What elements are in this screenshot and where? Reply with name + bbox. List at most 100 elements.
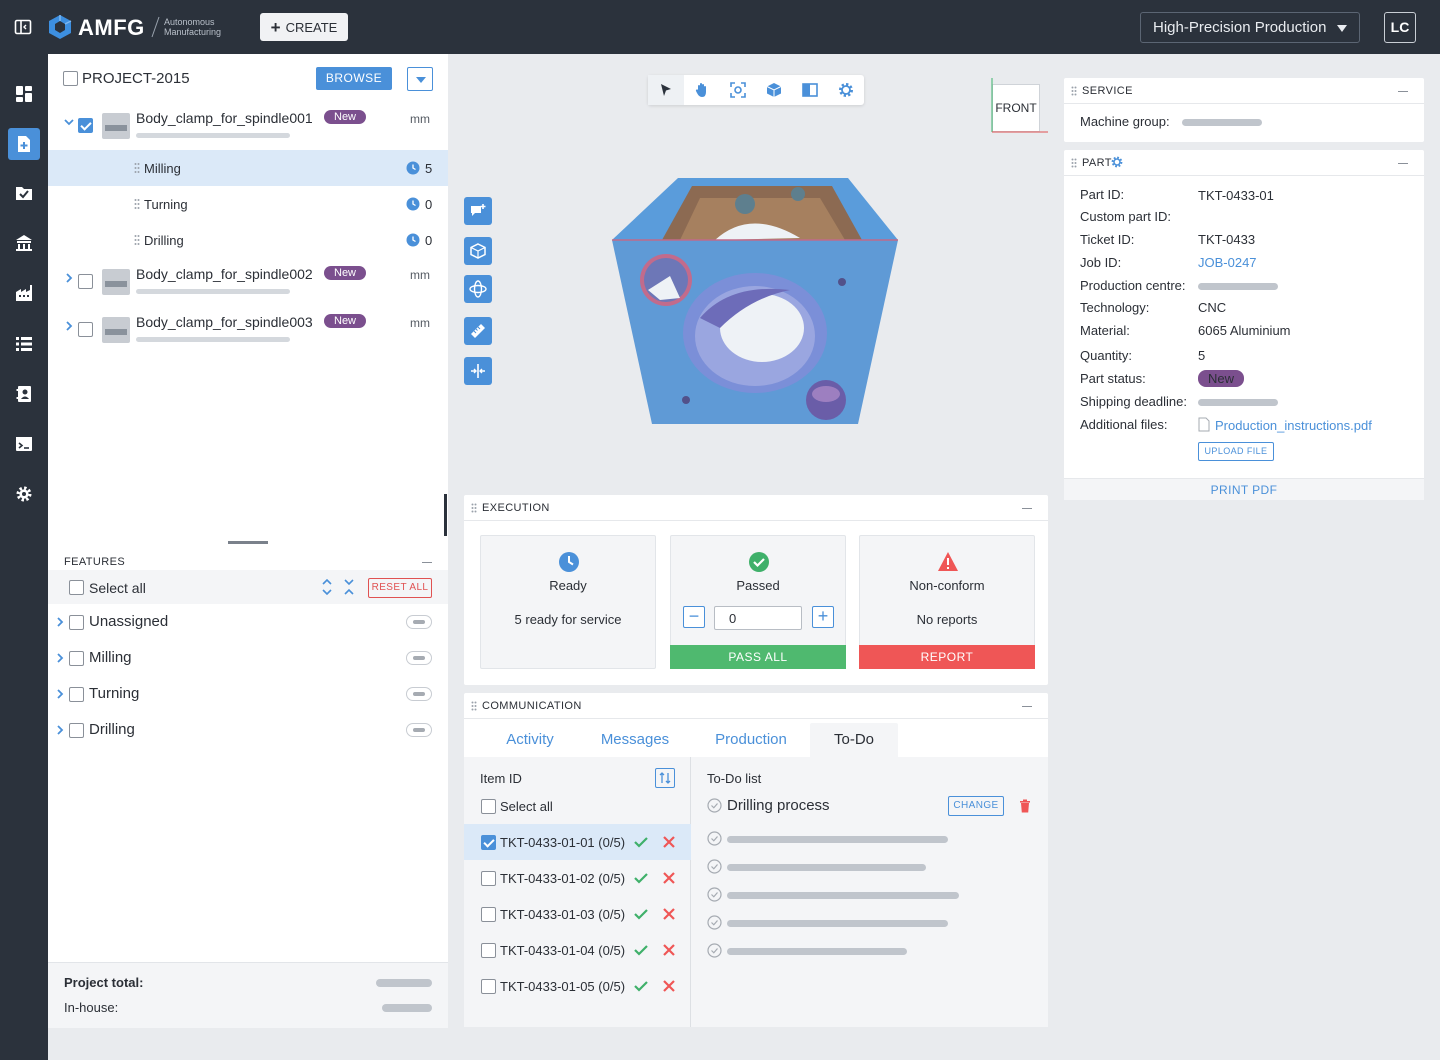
trash-icon[interactable] [1019, 799, 1031, 813]
building-icon[interactable] [12, 231, 36, 255]
tab-todo[interactable]: To-Do [810, 723, 898, 757]
expand-all-icon[interactable] [321, 579, 333, 595]
new-document-icon[interactable] [8, 128, 40, 160]
pointer-icon[interactable] [648, 75, 684, 105]
check-circle-icon[interactable] [707, 943, 722, 958]
check-circle-icon[interactable] [707, 831, 722, 846]
browse-button[interactable]: BROWSE [316, 67, 392, 90]
change-button[interactable]: CHANGE [948, 796, 1004, 816]
chevron-right-icon[interactable] [64, 321, 74, 331]
chevron-right-icon[interactable] [64, 273, 74, 283]
settings-icon[interactable] [12, 482, 36, 506]
add-comment-icon[interactable] [464, 197, 492, 225]
pass-all-button[interactable]: PASS ALL [670, 645, 846, 669]
increment-button[interactable]: + [812, 606, 834, 628]
gear-icon[interactable] [1111, 156, 1123, 168]
job-id-link[interactable]: JOB-0247 [1198, 255, 1257, 270]
focus-icon[interactable] [720, 75, 756, 105]
reject-icon[interactable] [662, 979, 676, 993]
item-row[interactable]: TKT-0433-01-05 (0/5) [464, 968, 691, 1004]
settings-icon[interactable] [828, 75, 864, 105]
feature-checkbox[interactable] [69, 651, 84, 666]
approve-icon[interactable] [634, 871, 648, 885]
check-circle-icon[interactable] [707, 859, 722, 874]
filter-dropdown-button[interactable] [407, 67, 433, 91]
3d-part-model[interactable] [600, 168, 910, 438]
orbit-icon[interactable] [464, 275, 492, 303]
box-icon[interactable] [464, 237, 492, 265]
split-icon[interactable] [464, 357, 492, 385]
terminal-icon[interactable] [12, 432, 36, 456]
chevron-right-icon[interactable] [56, 688, 64, 700]
reject-icon[interactable] [662, 943, 676, 957]
approve-icon[interactable] [634, 907, 648, 921]
check-circle-icon[interactable] [707, 887, 722, 902]
operation-row[interactable]: Turning 0 [48, 186, 448, 222]
hand-icon[interactable] [684, 75, 720, 105]
select-all-checkbox[interactable] [69, 580, 84, 595]
part-checkbox[interactable] [78, 118, 93, 133]
feature-row[interactable]: Milling [48, 640, 448, 676]
project-checkbox[interactable] [63, 71, 78, 86]
select-all-checkbox[interactable] [481, 799, 496, 814]
feature-row[interactable]: Unassigned [48, 604, 448, 640]
item-row[interactable]: TKT-0433-01-04 (0/5) [464, 932, 691, 968]
feature-checkbox[interactable] [69, 615, 84, 630]
item-checkbox[interactable] [481, 835, 496, 850]
sort-icon[interactable] [655, 768, 675, 788]
section-resize-handle[interactable] [228, 541, 268, 544]
feature-toggle[interactable] [406, 723, 432, 737]
panel-resize-handle[interactable] [444, 494, 447, 536]
chevron-down-icon[interactable] [64, 117, 74, 127]
item-row[interactable]: TKT-0433-01-01 (0/5) [464, 824, 691, 860]
drag-handle-icon[interactable] [1071, 86, 1077, 96]
operation-row[interactable]: Drilling 0 [48, 222, 448, 258]
drag-handle-icon[interactable] [134, 198, 140, 210]
part-row[interactable]: Body_clamp_for_spindle003 New mm [48, 306, 448, 354]
feature-toggle[interactable] [406, 651, 432, 665]
drag-handle-icon[interactable] [1071, 158, 1077, 168]
item-checkbox[interactable] [481, 943, 496, 958]
chevron-right-icon[interactable] [56, 616, 64, 628]
factory-icon[interactable] [12, 281, 36, 305]
reject-icon[interactable] [662, 907, 676, 921]
item-row[interactable]: TKT-0433-01-03 (0/5) [464, 896, 691, 932]
cube-icon[interactable] [756, 75, 792, 105]
section-icon[interactable] [792, 75, 828, 105]
tab-activity[interactable]: Activity [494, 723, 566, 757]
part-row[interactable]: Body_clamp_for_spindle001 New mm [48, 102, 448, 150]
feature-toggle[interactable] [406, 687, 432, 701]
collapse-all-icon[interactable] [343, 579, 355, 595]
dashboard-icon[interactable] [12, 82, 36, 106]
part-checkbox[interactable] [78, 322, 93, 337]
collapse-icon[interactable] [1398, 163, 1408, 164]
user-avatar[interactable]: LC [1384, 12, 1416, 43]
file-link[interactable]: Production_instructions.pdf [1215, 418, 1372, 433]
chevron-right-icon[interactable] [56, 724, 64, 736]
decrement-button[interactable]: − [683, 606, 705, 628]
item-checkbox[interactable] [481, 979, 496, 994]
report-button[interactable]: REPORT [859, 645, 1035, 669]
feature-checkbox[interactable] [69, 723, 84, 738]
feature-toggle[interactable] [406, 615, 432, 629]
part-name[interactable]: Body_clamp_for_spindle002 [136, 266, 313, 282]
passed-count-input[interactable]: 0 [714, 606, 802, 630]
reject-icon[interactable] [662, 871, 676, 885]
item-checkbox[interactable] [481, 907, 496, 922]
production-select[interactable]: High-Precision Production [1140, 12, 1360, 43]
upload-file-button[interactable]: UPLOAD FILE [1198, 442, 1274, 461]
collapse-icon[interactable] [1022, 508, 1032, 509]
item-checkbox[interactable] [481, 871, 496, 886]
feature-row[interactable]: Drilling [48, 712, 448, 748]
collapse-icon[interactable] [422, 562, 432, 563]
drag-handle-icon[interactable] [471, 503, 477, 513]
operation-row[interactable]: Milling 5 [48, 150, 448, 186]
drag-handle-icon[interactable] [471, 701, 477, 711]
tab-production[interactable]: Production [706, 723, 796, 757]
feature-row[interactable]: Turning [48, 676, 448, 712]
sidebar-toggle-icon[interactable] [14, 18, 32, 36]
part-row[interactable]: Body_clamp_for_spindle002 New mm [48, 258, 448, 306]
part-name[interactable]: Body_clamp_for_spindle001 [136, 110, 313, 126]
reject-icon[interactable] [662, 835, 676, 849]
chevron-right-icon[interactable] [56, 652, 64, 664]
